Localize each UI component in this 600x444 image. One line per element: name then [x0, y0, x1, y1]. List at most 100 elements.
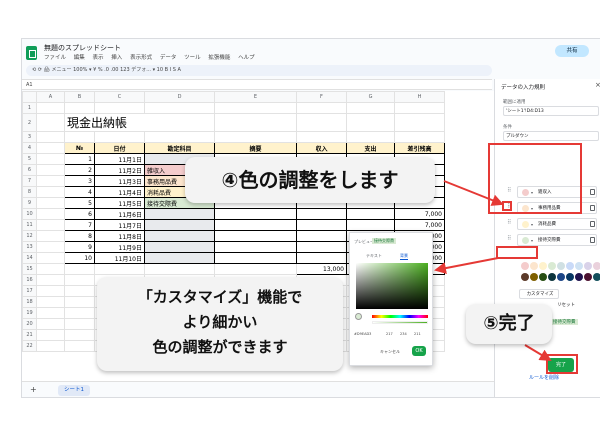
color-swatch[interactable]: [539, 273, 547, 281]
cell[interactable]: [36, 219, 65, 231]
column-header[interactable]: D: [144, 91, 215, 103]
row-header[interactable]: 11: [22, 219, 37, 231]
row-number-cell[interactable]: 9: [64, 241, 95, 253]
cell[interactable]: [94, 102, 145, 114]
cell[interactable]: [394, 131, 445, 143]
cell[interactable]: [36, 230, 65, 242]
date-cell[interactable]: 11月5日: [94, 197, 145, 209]
color-swatch[interactable]: [539, 262, 547, 270]
category-dropdown-cell[interactable]: [144, 230, 215, 242]
cell[interactable]: [394, 102, 445, 114]
column-header[interactable]: H: [394, 91, 445, 103]
row-header[interactable]: 16: [22, 274, 37, 286]
cell[interactable]: [64, 340, 95, 352]
option-color-dot[interactable]: [522, 221, 529, 228]
description-cell[interactable]: [214, 252, 297, 264]
cell[interactable]: [64, 329, 95, 341]
row-header[interactable]: 20: [22, 318, 37, 330]
cell[interactable]: [36, 263, 65, 275]
trash-icon[interactable]: [590, 221, 595, 227]
color-swatch[interactable]: [557, 273, 565, 281]
color-swatch[interactable]: [566, 273, 574, 281]
color-swatch[interactable]: [593, 273, 600, 281]
close-icon[interactable]: ×: [595, 81, 600, 89]
row-header[interactable]: 17: [22, 285, 37, 297]
green-field[interactable]: 234: [400, 332, 407, 336]
corner-cell[interactable]: [22, 91, 37, 103]
cell[interactable]: [36, 142, 65, 154]
income-cell[interactable]: [296, 241, 347, 253]
dropdown-option-item[interactable]: ▾ 接待交際費: [517, 234, 597, 246]
cell[interactable]: [144, 102, 215, 114]
menu-view[interactable]: 表示: [93, 55, 104, 61]
color-swatch[interactable]: [530, 262, 538, 270]
row-header[interactable]: 3: [22, 131, 37, 143]
row-header[interactable]: 14: [22, 252, 37, 264]
cell[interactable]: [144, 263, 215, 275]
cell[interactable]: [64, 263, 95, 275]
sheet-tab[interactable]: シート1: [58, 385, 90, 396]
column-header[interactable]: C: [94, 91, 145, 103]
cell[interactable]: [36, 197, 65, 209]
cell[interactable]: [64, 131, 95, 143]
cell[interactable]: [36, 153, 65, 165]
row-header[interactable]: 1: [22, 102, 37, 114]
row-number-cell[interactable]: 10: [64, 252, 95, 264]
description-cell[interactable]: [214, 230, 297, 242]
expense-cell[interactable]: [346, 219, 395, 231]
income-cell[interactable]: [296, 219, 347, 231]
row-header[interactable]: 6: [22, 164, 37, 176]
date-cell[interactable]: 11月10日: [94, 252, 145, 264]
cell[interactable]: [214, 263, 297, 275]
picker-tab-background[interactable]: 背景: [400, 253, 408, 260]
cell[interactable]: [36, 131, 65, 143]
cell[interactable]: [36, 113, 65, 132]
range-input[interactable]: 'シート1'!D4:D13: [503, 106, 599, 116]
cell[interactable]: [214, 131, 297, 143]
remove-rule-button[interactable]: ルールを削除: [529, 374, 559, 381]
cell[interactable]: [36, 252, 65, 264]
cell[interactable]: [36, 307, 65, 319]
cell[interactable]: [94, 131, 145, 143]
date-cell[interactable]: 11月2日: [94, 164, 145, 176]
description-cell[interactable]: [214, 208, 297, 220]
row-header[interactable]: 8: [22, 186, 37, 198]
cell[interactable]: [36, 340, 65, 352]
hue-slider[interactable]: [372, 315, 428, 318]
cell[interactable]: [346, 102, 395, 114]
income-cell[interactable]: [296, 252, 347, 264]
menu-extensions[interactable]: 拡張機能: [208, 55, 230, 61]
column-header[interactable]: G: [346, 91, 395, 103]
date-cell[interactable]: 11月1日: [94, 153, 145, 165]
cell[interactable]: [346, 113, 395, 132]
cell[interactable]: [64, 102, 95, 114]
menu-data[interactable]: データ: [160, 55, 177, 61]
document-title[interactable]: 無題のスプレッドシート: [44, 43, 121, 53]
menu-tools[interactable]: ツール: [184, 55, 201, 61]
cell[interactable]: [36, 186, 65, 198]
cell[interactable]: [36, 285, 65, 297]
row-header[interactable]: 13: [22, 241, 37, 253]
color-swatch[interactable]: [593, 262, 600, 270]
saturation-area[interactable]: [356, 263, 428, 309]
customize-button[interactable]: カスタマイズ: [519, 289, 559, 299]
expense-cell[interactable]: [346, 208, 395, 220]
chevron-down-icon[interactable]: ▾: [531, 235, 533, 246]
row-number-cell[interactable]: 4: [64, 186, 95, 198]
column-header[interactable]: E: [214, 91, 297, 103]
color-swatch[interactable]: [530, 273, 538, 281]
cell[interactable]: [296, 113, 347, 132]
column-title[interactable]: 摘要: [214, 142, 297, 154]
cell[interactable]: [394, 113, 445, 132]
cell[interactable]: [346, 131, 395, 143]
row-header[interactable]: 15: [22, 263, 37, 275]
row-header[interactable]: 5: [22, 153, 37, 165]
column-title[interactable]: 日付: [94, 142, 145, 154]
cell[interactable]: [214, 113, 297, 132]
income-cell[interactable]: [296, 230, 347, 242]
cell[interactable]: [214, 102, 297, 114]
cell[interactable]: [94, 263, 145, 275]
cell[interactable]: [36, 329, 65, 341]
drag-handle-icon[interactable]: ⠿: [507, 219, 511, 226]
column-header[interactable]: B: [64, 91, 95, 103]
